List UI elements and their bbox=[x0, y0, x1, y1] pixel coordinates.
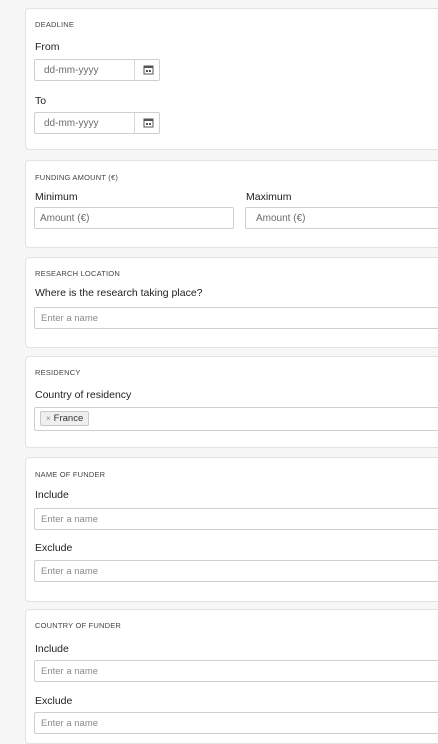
deadline-to-input[interactable]: dd-mm-yyyy bbox=[34, 112, 160, 134]
research-location-placeholder: Enter a name bbox=[41, 313, 99, 324]
maximum-label: Maximum bbox=[246, 191, 292, 203]
funder-country-exclude-input[interactable]: Enter a name bbox=[34, 712, 438, 734]
funder-name-include-input[interactable]: Enter a name bbox=[34, 508, 438, 530]
funder-name-panel: NAME OF FUNDER Include Enter a name Excl… bbox=[25, 457, 438, 602]
from-label: From bbox=[35, 41, 60, 53]
to-label: To bbox=[35, 95, 47, 107]
research-location-question: Where is the research taking place? bbox=[35, 287, 203, 299]
funder-country-title: COUNTRY OF FUNDER bbox=[35, 621, 122, 630]
country-of-residency-input[interactable]: × France bbox=[34, 407, 438, 431]
funder-name-include-label: Include bbox=[35, 489, 69, 501]
funder-country-exclude-placeholder: Enter a name bbox=[41, 718, 99, 729]
funding-panel: FUNDING AMOUNT (€) Minimum Maximum Amoun… bbox=[25, 160, 438, 248]
deadline-from-input[interactable]: dd-mm-yyyy bbox=[34, 59, 160, 81]
residency-title: RESIDENCY bbox=[35, 368, 81, 377]
minimum-input[interactable]: Amount (€) bbox=[34, 207, 234, 229]
minimum-label: Minimum bbox=[35, 191, 78, 203]
divider bbox=[134, 113, 135, 133]
funder-name-include-placeholder: Enter a name bbox=[41, 514, 99, 525]
funder-country-include-input[interactable]: Enter a name bbox=[34, 660, 438, 682]
funder-name-title: NAME OF FUNDER bbox=[35, 470, 106, 479]
country-chip-france[interactable]: × France bbox=[40, 411, 90, 426]
minimum-placeholder: Amount (€) bbox=[40, 213, 90, 224]
remove-chip-icon[interactable]: × bbox=[46, 414, 51, 423]
funder-name-exclude-label: Exclude bbox=[35, 542, 73, 554]
maximum-input[interactable]: Amount (€) bbox=[245, 207, 438, 229]
deadline-panel: DEADLINE From dd-mm-yyyy To dd-mm-yyyy bbox=[25, 8, 438, 150]
from-placeholder: dd-mm-yyyy bbox=[44, 65, 99, 76]
residency-panel: RESIDENCY Country of residency × France bbox=[25, 356, 438, 448]
funding-title: FUNDING AMOUNT (€) bbox=[35, 173, 119, 182]
funder-country-exclude-label: Exclude bbox=[35, 695, 73, 707]
divider bbox=[134, 60, 135, 80]
funder-country-include-placeholder: Enter a name bbox=[41, 666, 99, 677]
research-location-panel: RESEARCH LOCATION Where is the research … bbox=[25, 257, 438, 348]
chip-label: France bbox=[53, 413, 84, 424]
deadline-title: DEADLINE bbox=[35, 20, 75, 29]
research-location-input[interactable]: Enter a name bbox=[34, 307, 438, 329]
country-of-residency-label: Country of residency bbox=[35, 389, 132, 401]
research-location-title: RESEARCH LOCATION bbox=[35, 269, 120, 278]
funder-name-exclude-input[interactable]: Enter a name bbox=[34, 560, 438, 582]
funder-country-include-label: Include bbox=[35, 643, 69, 655]
to-placeholder: dd-mm-yyyy bbox=[44, 118, 99, 129]
calendar-icon[interactable] bbox=[143, 117, 154, 128]
maximum-placeholder: Amount (€) bbox=[256, 213, 306, 224]
calendar-icon[interactable] bbox=[143, 64, 154, 75]
funder-name-exclude-placeholder: Enter a name bbox=[41, 566, 99, 577]
funder-country-panel: COUNTRY OF FUNDER Include Enter a name E… bbox=[25, 609, 438, 744]
